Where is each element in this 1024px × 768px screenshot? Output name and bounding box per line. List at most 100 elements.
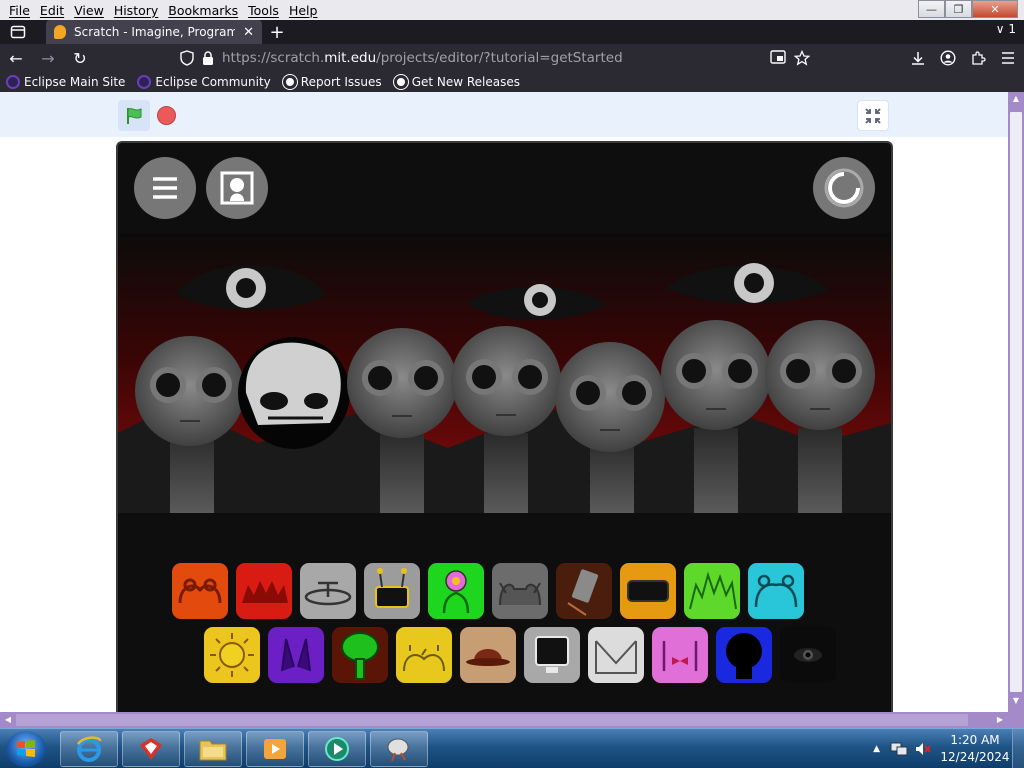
portrait-button[interactable] <box>206 157 268 219</box>
sound-icon-tan-hat[interactable] <box>460 627 516 683</box>
project-stage[interactable] <box>116 141 893 712</box>
unfullscreen-icon <box>865 107 881 124</box>
horizontal-scroll-thumb[interactable] <box>16 714 968 726</box>
taskbar-internet-explorer[interactable] <box>60 731 118 767</box>
download-icon[interactable] <box>910 50 926 66</box>
bookmark-get-new-releases[interactable]: Get New Releases <box>393 75 520 89</box>
horizontal-scrollbar[interactable]: ◀ ▶ <box>0 712 1008 728</box>
start-button[interactable] <box>6 731 46 767</box>
clock-time: 1:20 AM <box>950 733 1000 747</box>
green-flag-button[interactable] <box>118 100 150 131</box>
windows-taskbar: ▲ 1:20 AM 12/24/2024 <box>0 728 1024 768</box>
show-desktop-button[interactable] <box>1012 729 1024 768</box>
bookmark-eclipse-main[interactable]: Eclipse Main Site <box>6 75 125 89</box>
taskbar-foxit[interactable] <box>122 731 180 767</box>
sound-icon-pink-bow[interactable] <box>652 627 708 683</box>
scroll-down-icon[interactable]: ▼ <box>1008 696 1024 710</box>
back-button[interactable]: ← <box>0 44 32 72</box>
taskbar-file-explorer[interactable] <box>184 731 242 767</box>
tab-overflow-indicator[interactable]: ∨ 1 <box>996 22 1016 36</box>
taskbar-scratch-app[interactable] <box>370 731 428 767</box>
reload-button[interactable]: ↻ <box>64 44 96 72</box>
sound-icon-green-tree[interactable] <box>332 627 388 683</box>
menu-view[interactable]: View <box>69 3 109 18</box>
shield-icon[interactable] <box>180 50 194 66</box>
sound-icon-black-eye[interactable] <box>780 627 836 683</box>
picture-in-picture-icon[interactable] <box>770 50 786 64</box>
restore-button[interactable]: ❐ <box>945 0 972 18</box>
bookmark-label: Report Issues <box>300 75 382 89</box>
tab-title: Scratch - Imagine, Program, Sha <box>74 25 236 39</box>
stage-header <box>0 92 1008 137</box>
sound-icon-green-grass[interactable] <box>684 563 740 619</box>
app-menu-icon[interactable] <box>1000 51 1016 65</box>
sound-icon-purple-horns[interactable] <box>268 627 324 683</box>
bookmark-report-issues[interactable]: Report Issues <box>282 75 382 89</box>
sound-icon-cyan-bear[interactable] <box>748 563 804 619</box>
desktop-screen: File Edit View History Bookmarks Tools H… <box>0 0 1024 768</box>
scratch-favicon-icon <box>54 25 66 39</box>
sound-icon-yellow-sun[interactable] <box>204 627 260 683</box>
sound-icon-grey-monitor[interactable] <box>524 627 580 683</box>
foxit-icon <box>140 738 162 760</box>
sound-icon-brown-phone[interactable] <box>556 563 612 619</box>
menu-edit[interactable]: Edit <box>35 3 69 18</box>
bookmark-label: Eclipse Main Site <box>24 75 126 89</box>
sound-icon-grey-tv-antennae[interactable] <box>364 563 420 619</box>
bookmark-eclipse-community[interactable]: Eclipse Community <box>137 75 271 89</box>
menu-help[interactable]: Help <box>284 3 323 18</box>
clock-date: 12/24/2024 <box>940 750 1010 764</box>
github-icon <box>282 75 297 89</box>
sound-icon-green-flower[interactable] <box>428 563 484 619</box>
url-bar-actions <box>770 50 810 66</box>
exit-fullscreen-button[interactable] <box>857 100 889 131</box>
list-all-tabs-button[interactable] <box>0 20 36 44</box>
bookmark-star-icon[interactable] <box>794 50 810 66</box>
sound-icon-white-envelope[interactable] <box>588 627 644 683</box>
reset-icon <box>824 168 864 208</box>
tab-scratch[interactable]: Scratch - Imagine, Program, Sha ✕ <box>46 20 262 44</box>
menu-history[interactable]: History <box>109 3 163 18</box>
sound-icon-yellow-arcs[interactable] <box>396 627 452 683</box>
show-hidden-icons-icon[interactable]: ▲ <box>873 744 880 754</box>
sound-icon-orange-visor[interactable] <box>620 563 676 619</box>
sound-icon-red-spikes[interactable] <box>236 563 292 619</box>
internet-explorer-icon <box>77 736 102 762</box>
character-scene <box>118 233 891 513</box>
new-tab-button[interactable]: + <box>262 22 292 43</box>
taskbar-clock[interactable]: 1:20 AM 12/24/2024 <box>938 732 1012 766</box>
folder-icon <box>199 740 227 761</box>
taskbar-media-center[interactable] <box>308 731 366 767</box>
bookmarks-toolbar: Eclipse Main Site Eclipse Community Repo… <box>0 72 1024 92</box>
close-tab-icon[interactable]: ✕ <box>243 25 254 40</box>
stop-button[interactable] <box>157 106 176 125</box>
menu-tools[interactable]: Tools <box>243 3 284 18</box>
minimize-button[interactable]: — <box>918 0 945 18</box>
taskbar-media-player[interactable] <box>246 731 304 767</box>
scroll-right-icon[interactable]: ▶ <box>992 712 1008 728</box>
extensions-icon[interactable] <box>970 50 986 66</box>
network-icon[interactable] <box>890 741 908 757</box>
vertical-scrollbar[interactable]: ▲ ▼ <box>1008 92 1024 712</box>
sound-icon-grey-lamp[interactable] <box>300 563 356 619</box>
lock-icon[interactable] <box>202 50 214 66</box>
close-window-button[interactable]: ✕ <box>972 0 1018 18</box>
sound-icon-blue-shadow[interactable] <box>716 627 772 683</box>
menu-file[interactable]: File <box>4 3 35 18</box>
url-text[interactable]: https://scratch.mit.edu/projects/editor/… <box>222 50 623 66</box>
bookmark-label: Eclipse Community <box>155 75 271 89</box>
green-flag-icon <box>127 107 142 124</box>
menu-bookmarks[interactable]: Bookmarks <box>163 3 243 18</box>
volume-muted-icon[interactable] <box>914 741 932 757</box>
scroll-up-icon[interactable]: ▲ <box>1008 94 1024 108</box>
url-bar[interactable]: https://scratch.mit.edu/projects/editor/… <box>176 46 816 70</box>
portrait-icon <box>220 171 254 205</box>
project-menu-button[interactable] <box>134 157 196 219</box>
forward-button[interactable]: → <box>32 44 64 72</box>
account-icon[interactable] <box>940 50 956 66</box>
reset-button[interactable] <box>813 157 875 219</box>
vertical-scroll-thumb[interactable] <box>1010 112 1022 692</box>
sound-icon-grey-ears[interactable] <box>492 563 548 619</box>
sound-icon-orange-arcs[interactable] <box>172 563 228 619</box>
scroll-left-icon[interactable]: ◀ <box>0 712 16 728</box>
